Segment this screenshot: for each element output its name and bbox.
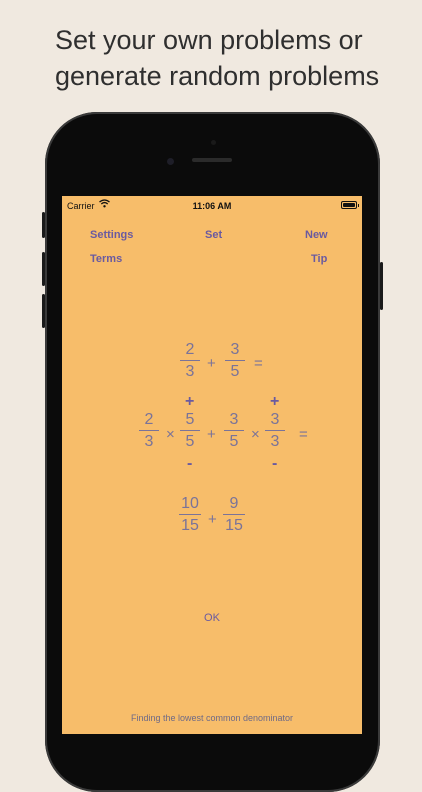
volume-up-button [42, 252, 45, 286]
plus-sign: + [208, 511, 217, 528]
problem-fraction-a: 2 3 [180, 342, 200, 380]
times-sign: × [251, 426, 260, 443]
numerator: 5 [185, 411, 195, 428]
multiplier-fraction-2: 3 3 [265, 412, 285, 450]
app-screen: Carrier 11:06 AM Settings Set New Terms … [62, 196, 362, 734]
denominator: 15 [225, 517, 243, 534]
increase-multiplier-1-button[interactable]: + [185, 393, 194, 411]
power-button [380, 262, 383, 310]
promo-caption: Set your own problems or generate random… [55, 22, 415, 94]
caption-line-1: Set your own problems or [55, 25, 363, 55]
numerator: 3 [229, 411, 239, 428]
caption-line-2: generate random problems [55, 61, 380, 91]
denominator: 5 [229, 433, 239, 450]
denominator: 3 [270, 433, 280, 450]
denominator: 3 [144, 433, 154, 450]
increase-multiplier-2-button[interactable]: + [270, 393, 279, 411]
fraction-bar [179, 514, 201, 515]
numerator: 3 [230, 341, 240, 358]
plus-sign: + [207, 426, 216, 443]
denominator: 5 [230, 363, 240, 380]
decrease-multiplier-1-button[interactable]: - [187, 455, 192, 473]
equals-sign: = [299, 426, 308, 443]
numerator: 3 [270, 411, 280, 428]
fraction-bar [180, 360, 200, 361]
expansion-fraction-a: 2 3 [139, 412, 159, 450]
fraction-bar [265, 430, 285, 431]
new-button[interactable]: New [305, 229, 328, 241]
clock: 11:06 AM [192, 201, 232, 211]
tip-button[interactable]: Tip [311, 253, 327, 265]
result-fraction-a: 10 15 [179, 496, 201, 534]
fraction-bar [225, 360, 245, 361]
plus-sign: + [207, 355, 216, 372]
terms-button[interactable]: Terms [90, 253, 122, 265]
set-button[interactable]: Set [205, 229, 222, 241]
proximity-sensor [211, 140, 216, 145]
earpiece-speaker [192, 158, 232, 162]
problem-fraction-b: 3 5 [225, 342, 245, 380]
numerator: 2 [185, 341, 195, 358]
fraction-bar [223, 514, 245, 515]
hint-text: Finding the lowest common denominator [130, 713, 294, 723]
result-fraction-b: 9 15 [223, 496, 245, 534]
expansion-fraction-b: 3 5 [224, 412, 244, 450]
decrease-multiplier-2-button[interactable]: - [272, 455, 277, 473]
denominator: 5 [185, 433, 195, 450]
times-sign: × [166, 426, 175, 443]
status-bar: Carrier 11:06 AM [62, 196, 362, 216]
fraction-bar [224, 430, 244, 431]
front-camera [167, 158, 174, 165]
volume-down-button [42, 294, 45, 328]
settings-button[interactable]: Settings [90, 229, 133, 241]
fraction-bar [139, 430, 159, 431]
numerator: 9 [229, 495, 239, 512]
equals-sign: = [254, 355, 263, 372]
fraction-bar [180, 430, 200, 431]
numerator: 10 [181, 495, 199, 512]
mute-switch [42, 212, 45, 238]
multiplier-fraction-1: 5 5 [180, 412, 200, 450]
numerator: 2 [144, 411, 154, 428]
battery-icon [341, 201, 359, 209]
ok-button[interactable]: OK [62, 612, 362, 624]
denominator: 15 [181, 517, 199, 534]
denominator: 3 [185, 363, 195, 380]
